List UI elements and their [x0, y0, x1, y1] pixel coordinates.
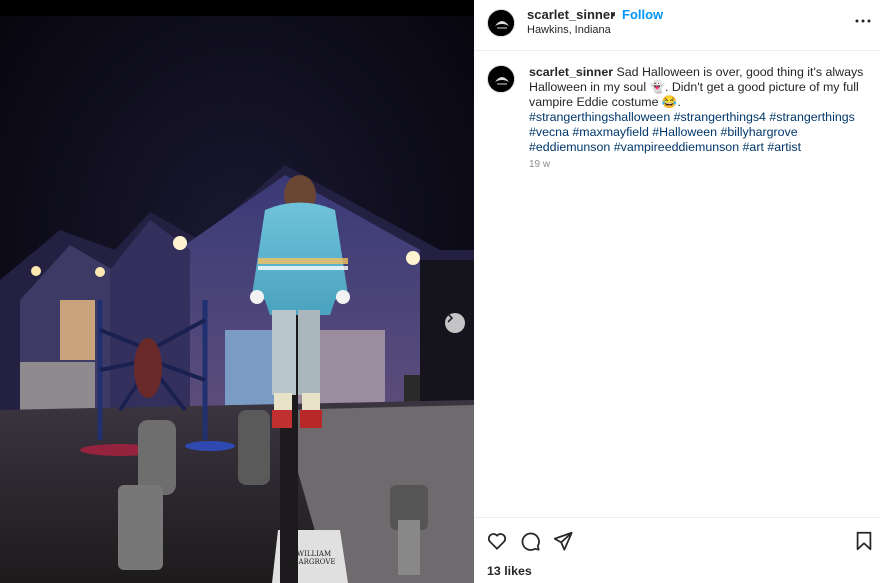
avatar[interactable] — [487, 65, 515, 93]
post-timestamp[interactable]: 19 w — [529, 159, 550, 170]
more-options-icon[interactable] — [854, 12, 872, 30]
separator-dot: • — [611, 7, 616, 22]
post-actions-bar: 13 likes — [474, 517, 880, 583]
profile-picture — [488, 10, 514, 36]
send-icon[interactable] — [552, 530, 574, 552]
location-link[interactable]: Hawkins, Indiana — [527, 24, 611, 36]
next-photo-button[interactable] — [445, 313, 465, 333]
bookmark-icon[interactable] — [853, 530, 875, 552]
caption-username-link[interactable]: scarlet_sinner — [529, 65, 613, 79]
avatar[interactable] — [487, 9, 515, 37]
post-caption: scarlet_sinner Sad Halloween is over, go… — [529, 65, 869, 155]
heart-icon[interactable] — [486, 530, 508, 552]
caption-block: scarlet_sinner Sad Halloween is over, go… — [474, 51, 880, 517]
caption-hashtags[interactable]: #strangerthingshalloween #strangerthings… — [529, 110, 869, 155]
username-link[interactable]: scarlet_sinner — [527, 7, 615, 22]
halloween-yard-image — [0, 16, 474, 583]
follow-button[interactable]: Follow — [622, 7, 663, 22]
post-side-panel: scarlet_sinner • Follow Hawkins, Indiana… — [474, 0, 880, 583]
likes-count[interactable]: 13 likes — [487, 564, 532, 578]
post-header: scarlet_sinner • Follow Hawkins, Indiana — [474, 0, 880, 51]
profile-picture — [488, 66, 514, 92]
chevron-right-icon — [447, 313, 454, 323]
post-photo[interactable]: WILLIAM HARGROVE — [0, 0, 474, 583]
tombstone-inscription: WILLIAM HARGROVE — [292, 550, 336, 566]
comment-icon[interactable] — [519, 530, 541, 552]
